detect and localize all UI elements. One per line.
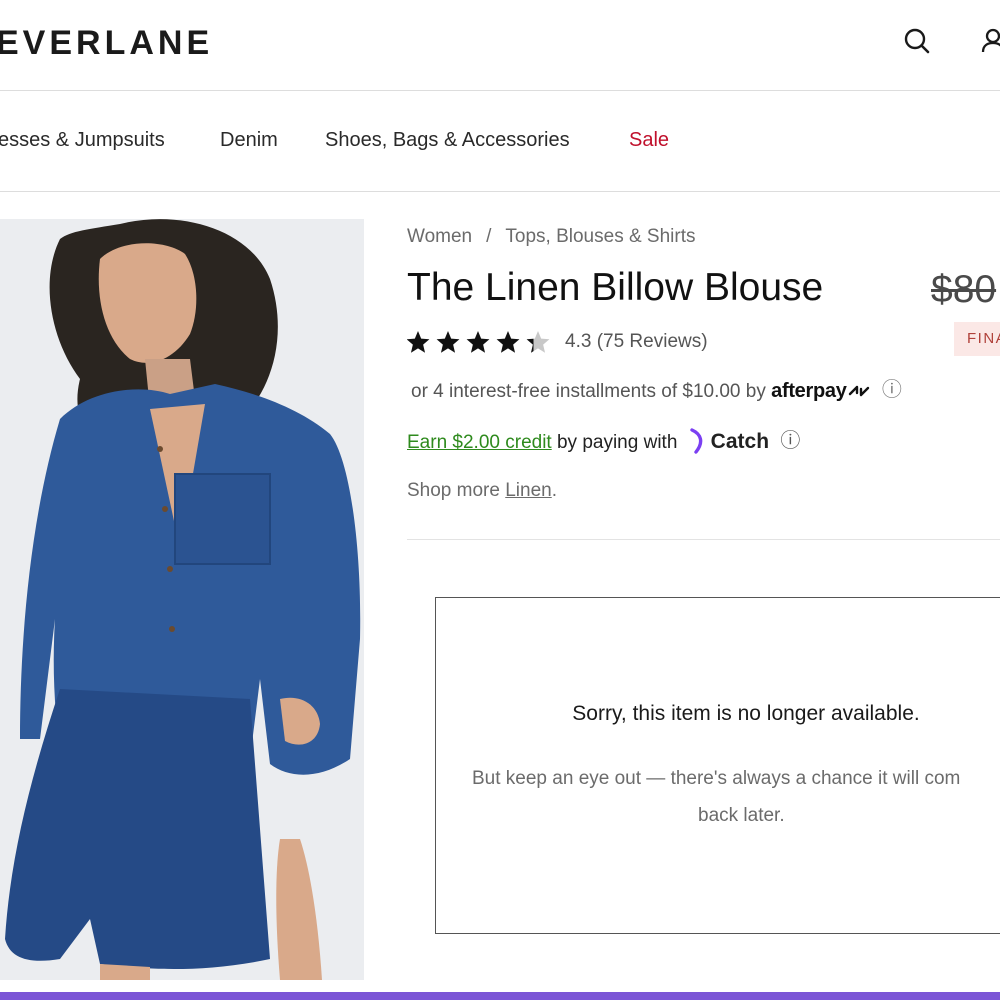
site-header: EVERLANE: [0, 0, 1000, 91]
browser-bottom-bar: [0, 992, 1000, 1000]
breadcrumb-women[interactable]: Women: [407, 226, 472, 247]
breadcrumb-tops-blouses-shirts[interactable]: Tops, Blouses & Shirts: [505, 226, 695, 247]
unavailable-notice: Sorry, this item is no longer available.…: [435, 597, 1000, 934]
catch-logo-icon: [689, 428, 702, 454]
final-sale-badge: FINAL SALE: [954, 322, 1000, 356]
afterpay-info-icon[interactable]: ⓘ: [882, 379, 902, 399]
unavailable-body-line2: back later.: [698, 805, 785, 826]
original-price: $80: [931, 268, 997, 311]
star-rating: [407, 331, 550, 353]
nav-item-dresses-jumpsuits[interactable]: esses & Jumpsuits: [0, 129, 165, 152]
account-icon[interactable]: [980, 26, 1000, 56]
star-icon: [407, 331, 430, 353]
product-title: The Linen Billow Blouse: [407, 266, 824, 309]
paying-with-text: by paying with: [556, 432, 678, 453]
product-image[interactable]: [0, 219, 364, 980]
catch-logo: Catch: [710, 430, 770, 453]
nav-item-sale[interactable]: Sale: [629, 129, 669, 152]
catch-info-icon[interactable]: ⓘ: [780, 430, 800, 450]
catch-credit-row: Earn $2.00 credit by paying with Catch ⓘ: [407, 428, 800, 454]
section-divider: [407, 539, 1000, 540]
search-icon[interactable]: [902, 26, 932, 56]
breadcrumb-separator: /: [486, 226, 492, 247]
shop-more-linen-link[interactable]: Linen: [505, 480, 552, 501]
shop-more: Shop more Linen.: [407, 480, 557, 502]
nav-item-shoes-bags-accessories[interactable]: Shoes, Bags & Accessories: [325, 129, 570, 152]
shop-more-suffix: .: [551, 480, 558, 501]
star-icon: [496, 331, 520, 353]
breadcrumb: Women / Tops, Blouses & Shirts: [407, 226, 696, 248]
unavailable-body-line1: But keep an eye out — there's always a c…: [472, 768, 961, 789]
rating-text[interactable]: 4.3 (75 Reviews): [565, 331, 708, 353]
nav-item-denim[interactable]: Denim: [220, 129, 278, 152]
afterpay-arrows-icon: [848, 385, 869, 397]
star-icon: [466, 331, 490, 353]
star-icon: [526, 331, 550, 353]
earn-credit-link[interactable]: Earn $2.00 credit: [407, 432, 552, 453]
installments-text: or 4 interest-free installments of $10.0…: [411, 381, 766, 402]
everlane-logo[interactable]: EVERLANE: [0, 24, 213, 63]
category-nav: esses & Jumpsuits Denim Shoes, Bags & Ac…: [0, 91, 1000, 192]
unavailable-title: Sorry, this item is no longer available.: [572, 702, 920, 725]
afterpay-logo: afterpay: [771, 380, 847, 402]
star-icon: [436, 331, 460, 353]
shop-more-prefix: Shop more: [407, 480, 500, 501]
afterpay-installments: or 4 interest-free installments of $10.0…: [411, 379, 902, 403]
